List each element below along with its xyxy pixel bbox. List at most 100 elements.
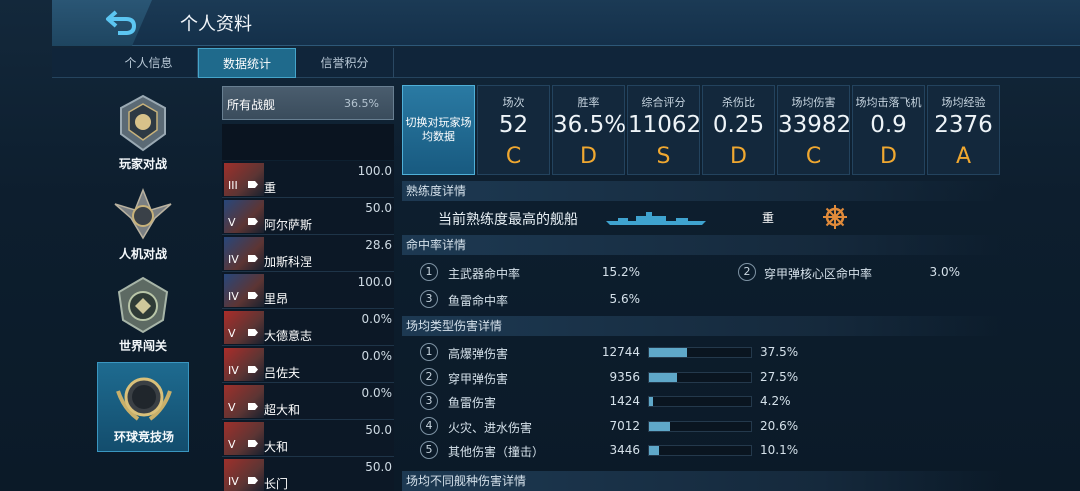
mode-world[interactable]: 世界闯关 (97, 270, 189, 360)
arena-badge-icon (116, 377, 172, 421)
tab-credit-score[interactable]: 信誉积分 (296, 48, 394, 78)
hit-rate-label: 穿甲弹核心区命中率 (764, 267, 873, 281)
damage-pct: 37.5% (760, 345, 799, 359)
ship-silhouette-icon (606, 212, 706, 225)
stat-label: 场均经验 (941, 96, 986, 109)
damage-bar (648, 420, 752, 432)
hit-rate-value: 15.2% (601, 265, 640, 279)
ship-row[interactable]: V 大德意志 0.0% (222, 309, 394, 346)
ship-row[interactable]: IV 长门 50.0 (222, 457, 394, 491)
damage-pct: 27.5% (760, 369, 799, 384)
damage-header: 场均类型伤害详情 (402, 316, 1002, 336)
damage-value: 3446 (609, 443, 640, 457)
index-badge: 2 (738, 263, 756, 281)
stat-grade: D (580, 144, 597, 169)
stat-box: 综合评分 110627 S (627, 85, 716, 175)
world-badge-icon (117, 276, 169, 334)
all-ships-item[interactable]: 所有战舰 36.5% (222, 86, 394, 120)
ship-wheel-icon (823, 205, 847, 229)
ship-row[interactable]: IV 里昂 100.0 (222, 272, 394, 309)
stat-label: 场均伤害 (791, 96, 836, 109)
index-badge: 1 (420, 343, 438, 361)
damage-bar (648, 347, 752, 358)
stat-box: 胜率 36.5% D (552, 85, 627, 175)
ship-name: 长门 (264, 477, 289, 491)
ship-name: 重 (264, 181, 277, 195)
stat-grade: C (805, 144, 822, 169)
mode-list: 玩家对战 人机对战 世界闯关 环球竞技场 (97, 82, 189, 491)
ship-name: 阿尔萨斯 (264, 218, 313, 232)
mode-pvp-label: 玩家对战 (118, 157, 167, 171)
damage-bar (648, 396, 752, 407)
damage-value: 1424 (609, 394, 640, 408)
mode-pve[interactable]: 人机对战 (97, 178, 189, 268)
ship-row[interactable]: V 大和 50.0 (222, 420, 394, 457)
ship-tier: V (228, 216, 236, 229)
hit-rate-value: 3.0% (929, 265, 961, 279)
tab-statistics[interactable]: 数据统计 (198, 48, 296, 78)
ship-name: 里昂 (264, 292, 289, 306)
mode-pve-label: 人机对战 (118, 247, 167, 261)
index-badge: 2 (420, 367, 438, 386)
stat-grade: D (730, 144, 747, 169)
ship-tier: IV (228, 364, 239, 377)
stat-grade: A (955, 144, 972, 169)
tab-bar: 个人信息 数据统计 信誉积分 (52, 48, 1080, 78)
damage-bar-fill (649, 348, 688, 357)
page-title: 个人资料 (180, 14, 252, 35)
stat-box: 杀伤比 0.25 D (702, 85, 775, 175)
damage-label: 火灾、进水伤害 (448, 420, 533, 435)
stat-value: 36.5% (553, 112, 627, 138)
pve-badge-icon (114, 187, 172, 240)
ship-name: 超大和 (264, 403, 301, 417)
ship-value: 0.0% (361, 349, 393, 363)
ship-tier: V (228, 327, 236, 340)
app: 个人资料 个人信息 数据统计 信誉积分 玩家对战 人机对战 世界闯关 环球竞技场… (0, 0, 1080, 491)
damage-label: 其他伤害（撞击） (448, 445, 545, 459)
damage-bar-fill (649, 421, 670, 431)
ship-value: 0.0% (361, 386, 393, 400)
ship-value: 0.0% (361, 312, 393, 326)
stat-value: 110627 (628, 112, 716, 138)
ship-value: 28.6 (365, 238, 392, 252)
ship-name: 大德意志 (264, 329, 313, 343)
stat-label: 场均击落飞机 (855, 96, 922, 109)
stat-grade: D (880, 144, 897, 169)
mode-arena[interactable]: 环球竞技场 (97, 362, 189, 452)
stat-value: 52 (498, 112, 529, 138)
ship-type-damage-header: 场均不同舰种伤害详情 (402, 471, 1002, 491)
hit-rate-label: 鱼雷命中率 (448, 294, 509, 308)
damage-bar (648, 371, 752, 383)
damage-pct: 20.6% (760, 418, 799, 433)
ship-name: 吕佐夫 (264, 366, 301, 380)
all-ships-label: 所有战舰 (227, 98, 276, 112)
switch-player-avg-button[interactable]: 切换对玩家场均数据 (402, 85, 475, 175)
ship-row[interactable]: V 阿尔萨斯 50.0 (222, 198, 394, 235)
damage-label: 高爆弹伤害 (448, 347, 509, 361)
tab-personal-info[interactable]: 个人信息 (100, 48, 198, 78)
damage-pct: 4.2% (760, 394, 791, 408)
all-ships-pct: 36.5% (344, 97, 379, 110)
ship-row[interactable]: IV 吕佐夫 0.0% (222, 346, 394, 383)
index-badge: 4 (420, 416, 438, 435)
ship-row[interactable]: IV 加斯科涅 28.6 (222, 235, 394, 272)
mode-pvp[interactable]: 玩家对战 (97, 88, 189, 178)
hit-rate-value: 5.6% (609, 292, 641, 306)
stat-value: 2376 (934, 112, 993, 138)
proficiency-ship-class: 重 (762, 211, 775, 225)
ship-tier: IV (228, 253, 239, 266)
stat-box: 场均经验 2376 A (927, 85, 1000, 175)
damage-label: 鱼雷伤害 (448, 396, 497, 410)
stat-grade: S (656, 144, 671, 169)
stat-grade: C (505, 144, 522, 169)
stat-box: 场均伤害 33982 C (777, 85, 851, 175)
ship-row[interactable]: III 重 100.0 (222, 161, 394, 198)
ship-tier: IV (228, 475, 239, 488)
ship-row[interactable]: V 超大和 0.0% (222, 383, 394, 420)
ship-name: 大和 (264, 440, 289, 454)
damage-label: 穿甲弹伤害 (448, 371, 509, 386)
damage-value: 7012 (609, 418, 640, 433)
mode-arena-label: 环球竞技场 (113, 430, 174, 444)
damage-value: 12744 (601, 345, 640, 359)
ship-value: 50.0 (365, 460, 392, 474)
